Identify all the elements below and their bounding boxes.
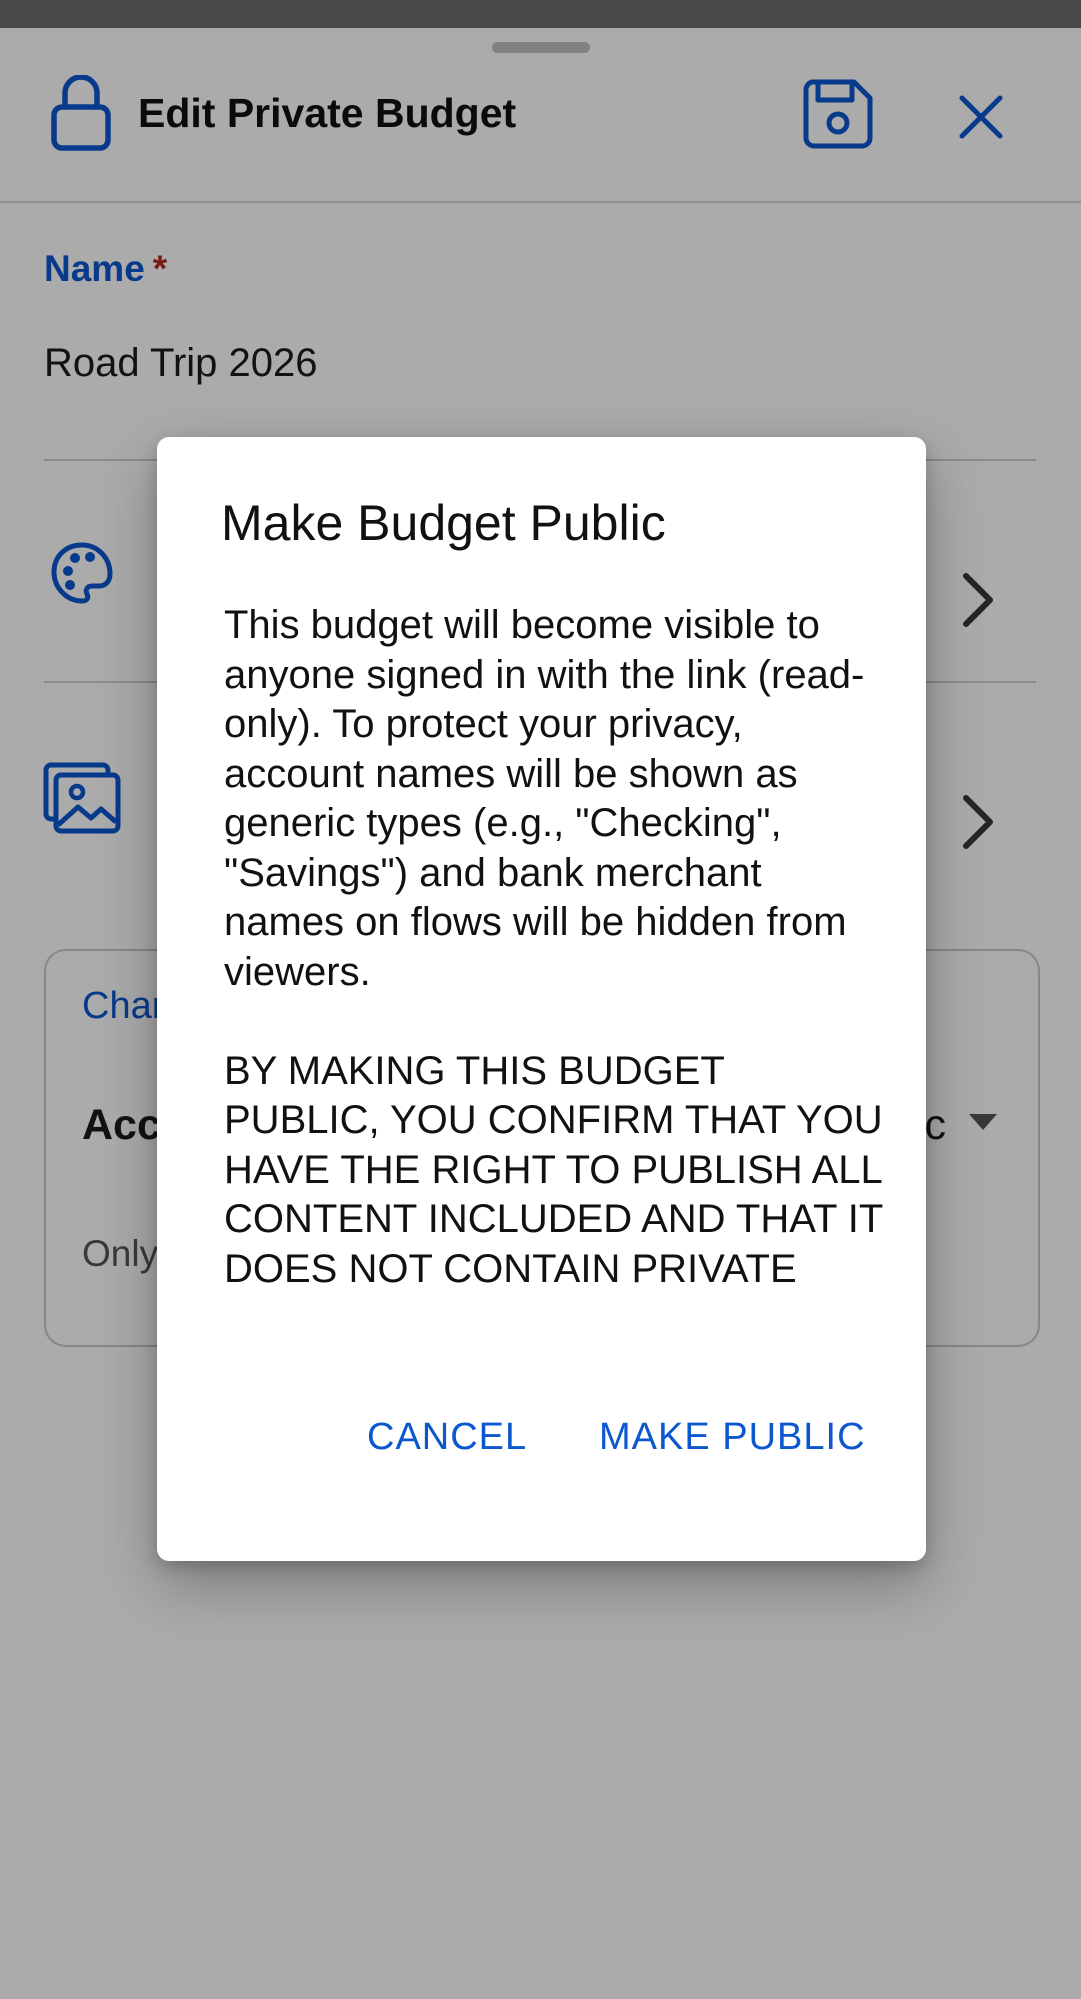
dialog-message-paragraph: This budget will become visible to anyon… (224, 603, 865, 994)
cancel-button[interactable]: CANCEL (367, 1397, 527, 1477)
make-public-dialog: Make Budget Public This budget will beco… (157, 437, 926, 1561)
dialog-message-scroll[interactable]: This budget will become visible to anyon… (224, 601, 884, 1326)
dialog-warning-paragraph: BY MAKING THIS BUDGET PUBLIC, YOU CONFIR… (224, 1048, 883, 1291)
dialog-title: Make Budget Public (221, 495, 666, 551)
dialog-actions: CANCEL MAKE PUBLIC (157, 1397, 926, 1477)
make-public-button[interactable]: MAKE PUBLIC (599, 1397, 866, 1477)
